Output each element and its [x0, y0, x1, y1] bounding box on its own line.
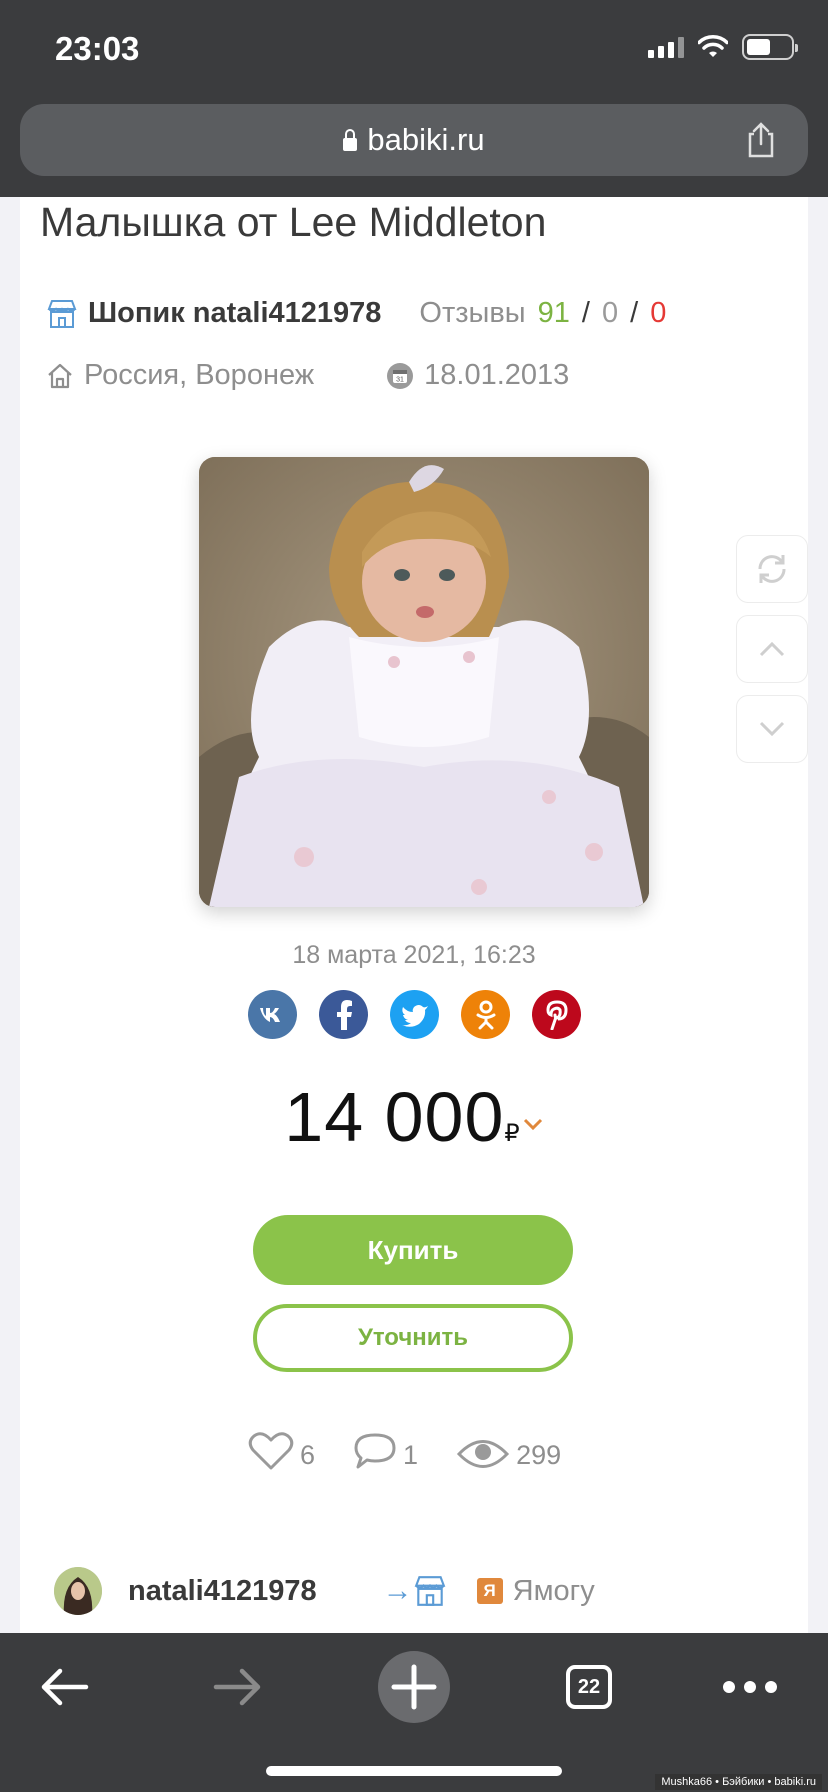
more-menu-button[interactable] [710, 1647, 790, 1727]
battery-icon [742, 34, 798, 60]
watermark: Mushka66 • Бэйбики • babiki.ru [655, 1774, 822, 1790]
calendar-icon: 31 [387, 362, 414, 389]
reviews-label: Отзывы [419, 297, 526, 329]
arrow-right-icon [213, 1668, 261, 1706]
location-date-row: Россия, Воронеж 31 18.01.2013 [46, 359, 569, 392]
author-name-link[interactable]: natali4121978 [128, 1575, 317, 1608]
views-count: 299 [516, 1440, 562, 1470]
stats-row: 6 1 299 [248, 1431, 599, 1471]
pinterest-icon[interactable] [532, 990, 581, 1039]
chevron-down-icon [759, 721, 785, 737]
plus-icon [378, 1651, 450, 1723]
doll-photo[interactable] [199, 457, 649, 907]
tabs-button[interactable]: 22 [549, 1647, 629, 1727]
more-icon [723, 1681, 777, 1693]
lock-icon [343, 129, 358, 151]
shop-icon [414, 1576, 446, 1606]
comments-count: 1 [403, 1440, 419, 1470]
cellular-signal-icon [648, 36, 684, 58]
shop-name-link[interactable]: Шопик natali4121978 [88, 297, 381, 330]
reviews-positive[interactable]: 91 [538, 297, 570, 330]
avatar[interactable] [54, 1567, 102, 1615]
reviews-neutral[interactable]: 0 [602, 297, 618, 330]
heart-icon [248, 1432, 294, 1470]
listing-card: Малышка от Lee Middleton Шопик natali412… [20, 197, 808, 1633]
side-controls [736, 535, 808, 775]
twitter-icon[interactable] [390, 990, 439, 1039]
yamogu-badge-icon: Я [476, 1578, 503, 1604]
svg-text:31: 31 [396, 376, 404, 383]
odnoklassniki-icon[interactable] [461, 990, 510, 1039]
share-icon[interactable] [744, 122, 778, 158]
vk-icon[interactable] [248, 990, 297, 1039]
yamogu-label: Ямогу [512, 1574, 595, 1607]
status-time: 23:03 [55, 30, 140, 67]
forward-button[interactable] [198, 1647, 278, 1727]
home-icon [48, 363, 72, 388]
refresh-button[interactable] [736, 535, 808, 603]
shop-icon [47, 299, 77, 328]
status-icons [648, 34, 798, 60]
browser-bottom-bar: 22 Mushka66 • Бэйбики • babiki.ru [0, 1633, 828, 1792]
reviews-separator: / [630, 297, 639, 329]
ask-button[interactable]: Уточнить [253, 1304, 573, 1372]
currency-symbol: ₽ [504, 1120, 520, 1147]
chevron-up-icon [759, 641, 785, 657]
home-indicator[interactable] [266, 1766, 562, 1776]
tab-count: 22 [566, 1665, 612, 1709]
social-share-row [248, 990, 581, 1039]
likes-stat[interactable]: 6 [248, 1431, 315, 1471]
currency-dropdown-icon[interactable] [522, 1117, 544, 1131]
comment-icon [354, 1433, 396, 1469]
url-text: babiki.ru [367, 122, 485, 157]
views-stat: 299 [456, 1437, 561, 1471]
refresh-icon [758, 555, 786, 583]
url-display[interactable]: babiki.ru [20, 122, 808, 158]
eye-icon [456, 1440, 510, 1468]
listing-updated-date: 18 марта 2021, 16:23 [292, 941, 536, 969]
yamogu-link[interactable]: Я Ямогу [476, 1574, 595, 1608]
price: 14 000₽ [20, 1077, 808, 1157]
buy-button[interactable]: Купить [253, 1215, 573, 1285]
author-row: natali4121978 → Я Ямогу [54, 1567, 794, 1615]
back-button[interactable] [24, 1647, 104, 1727]
price-amount: 14 000 [284, 1078, 505, 1156]
go-to-shop-link[interactable]: → [383, 1574, 447, 1608]
reviews-negative[interactable]: 0 [650, 297, 666, 330]
address-bar[interactable]: babiki.ru [20, 104, 808, 176]
new-tab-button[interactable] [374, 1647, 454, 1727]
arrow-left-icon [41, 1668, 89, 1706]
scroll-up-button[interactable] [736, 615, 808, 683]
published-date: 18.01.2013 [424, 359, 570, 391]
reviews-separator: / [581, 297, 590, 329]
wifi-icon [698, 35, 728, 57]
arrow-right-icon: → [382, 1574, 413, 1607]
shop-row: Шопик natali4121978 Отзывы 91 / 0 / 0 [46, 297, 666, 330]
likes-count: 6 [300, 1440, 316, 1470]
comments-stat[interactable]: 1 [353, 1431, 418, 1471]
browser-top-bar: 23:03 babiki.ru [0, 0, 828, 197]
facebook-icon[interactable] [319, 990, 368, 1039]
scroll-down-button[interactable] [736, 695, 808, 763]
listing-title: Малышка от Lee Middleton [40, 199, 547, 245]
location-text: Россия, Воронеж [84, 359, 315, 391]
